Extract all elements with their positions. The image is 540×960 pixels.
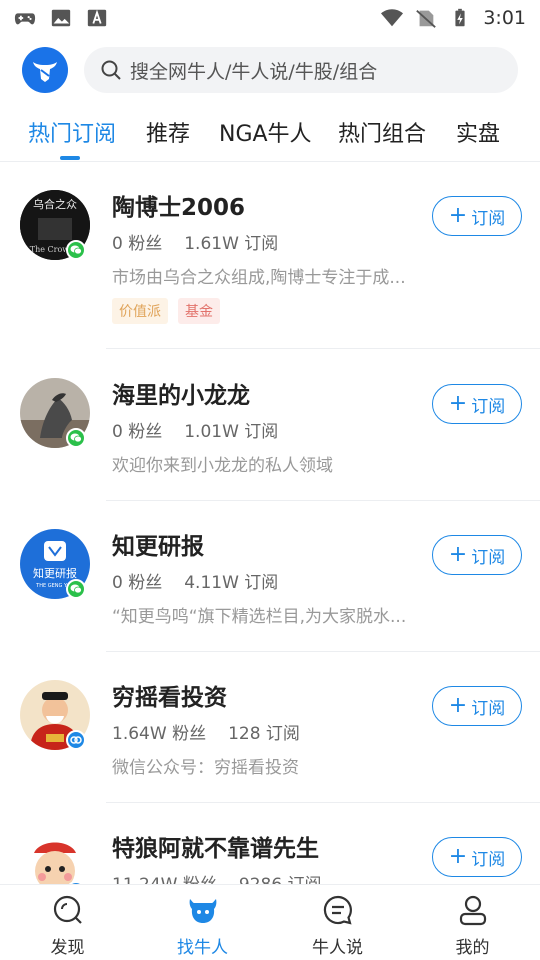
battery-charging-icon xyxy=(455,8,465,27)
list-item[interactable]: 穷摇看投资 1.64W 粉丝 128 订阅 微信公众号：穷摇看投资 + 订阅 xyxy=(0,652,540,803)
expert-stats: 0 粉丝 1.61W 订阅 xyxy=(112,229,278,254)
cartoon-character-image xyxy=(20,831,90,884)
tab-nga-experts[interactable]: NGA牛人 xyxy=(219,116,312,148)
list-item[interactable]: 乌合之众 The Crowd 陶博士2006 0 粉丝 1.61W 订阅 市场由… xyxy=(0,162,540,349)
expert-name: 知更研报 xyxy=(112,534,204,560)
fans-count: 0 粉丝 xyxy=(112,234,163,254)
tab-bar: 热门订阅 推荐 NGA牛人 热门组合 实盘 xyxy=(0,104,540,162)
search-bar[interactable]: 搜全网牛人/牛人说/牛股/组合 xyxy=(84,47,518,93)
wechat-badge-icon xyxy=(66,579,86,599)
subscribe-button[interactable]: + 订阅 xyxy=(432,837,522,877)
chat-icon xyxy=(323,895,352,925)
subscribe-button[interactable]: + 订阅 xyxy=(432,196,522,236)
subscribe-label: 订阅 xyxy=(471,849,506,870)
tag-fund[interactable]: 基金 xyxy=(178,298,220,324)
nav-find-experts[interactable]: 找牛人 xyxy=(135,885,270,960)
status-bar: 3:01 xyxy=(0,0,540,36)
nav-label: 发现 xyxy=(50,938,85,958)
no-sim-icon xyxy=(416,9,437,28)
fans-count: 1.64W 粉丝 xyxy=(112,724,207,744)
subscribe-button[interactable]: + 订阅 xyxy=(432,384,522,424)
expert-stats: 1.64W 粉丝 128 订阅 xyxy=(112,719,300,744)
plus-icon: + xyxy=(448,203,468,228)
link-badge-icon xyxy=(66,730,86,750)
svg-text:乌合之众: 乌合之众 xyxy=(33,197,77,211)
active-tab-indicator xyxy=(60,156,80,160)
gamepad-icon xyxy=(14,13,36,25)
plus-icon: + xyxy=(448,391,468,416)
subscribe-label: 订阅 xyxy=(471,208,506,229)
image-icon xyxy=(51,9,71,27)
search-placeholder: 搜全网牛人/牛人说/牛股/组合 xyxy=(130,60,378,83)
list-item[interactable]: 特狼阿就不靠谱先生 11.24W 粉丝 9286 订阅 + 订阅 xyxy=(0,803,540,884)
list-item[interactable]: 知更研报 THE GENG YAN 知更研报 0 粉丝 4.11W 订阅 “知更… xyxy=(0,501,540,652)
bottom-nav: 发现 找牛人 牛人说 我的 xyxy=(0,884,540,960)
tab-live-trading[interactable]: 实盘 xyxy=(456,116,500,148)
bull-logo-icon xyxy=(33,62,57,82)
subscribe-label: 订阅 xyxy=(471,396,506,417)
expert-list: 乌合之众 The Crowd 陶博士2006 0 粉丝 1.61W 订阅 市场由… xyxy=(0,162,540,884)
nav-discover[interactable]: 发现 xyxy=(0,885,135,960)
expert-name: 陶博士2006 xyxy=(112,195,246,221)
subscriber-count: 9286 订阅 xyxy=(239,870,322,884)
expert-stats: 11.24W 粉丝 9286 订阅 xyxy=(112,870,322,884)
fans-count: 0 粉丝 xyxy=(112,573,163,593)
expert-name: 穷摇看投资 xyxy=(112,685,227,711)
tag-list: 价值派 基金 xyxy=(112,298,220,324)
subscriber-count: 1.61W 订阅 xyxy=(184,234,279,254)
expert-description: 欢迎你来到小龙龙的私人领域 xyxy=(112,456,333,476)
expert-stats: 0 粉丝 4.11W 订阅 xyxy=(112,568,278,593)
list-item[interactable]: 海里的小龙龙 0 粉丝 1.01W 订阅 欢迎你来到小龙龙的私人领域 + 订阅 xyxy=(0,350,540,501)
avatar[interactable] xyxy=(20,831,90,884)
nav-label: 牛人说 xyxy=(312,938,363,958)
subscriber-count: 128 订阅 xyxy=(228,724,300,744)
expert-name: 特狼阿就不靠谱先生 xyxy=(112,836,319,862)
nav-profile[interactable]: 我的 xyxy=(405,885,540,960)
tab-hot-portfolios[interactable]: 热门组合 xyxy=(338,116,426,148)
plus-icon: + xyxy=(448,542,468,567)
fans-count: 0 粉丝 xyxy=(112,422,163,442)
expert-stats: 0 粉丝 1.01W 订阅 xyxy=(112,417,278,442)
app-logo[interactable] xyxy=(22,47,68,93)
clock: 3:01 xyxy=(483,7,526,29)
expert-name: 海里的小龙龙 xyxy=(112,383,250,409)
nav-expert-talk[interactable]: 牛人说 xyxy=(270,885,405,960)
discover-icon xyxy=(53,895,82,924)
subscribe-label: 订阅 xyxy=(471,547,506,568)
nav-label: 找牛人 xyxy=(177,938,228,958)
svg-text:知更研报: 知更研报 xyxy=(33,566,77,580)
wifi-icon xyxy=(381,9,404,27)
subscriber-count: 1.01W 订阅 xyxy=(184,422,279,442)
subscribe-button[interactable]: + 订阅 xyxy=(432,535,522,575)
search-icon xyxy=(101,60,121,80)
bull-face-icon xyxy=(189,899,216,923)
plus-icon: + xyxy=(448,844,468,869)
profile-icon xyxy=(459,895,486,926)
header: 搜全网牛人/牛人说/牛股/组合 xyxy=(0,44,540,96)
tab-recommended[interactable]: 推荐 xyxy=(146,116,190,148)
expert-description: 市场由乌合之众组成,陶博士专注于成... xyxy=(112,268,406,288)
divider xyxy=(106,348,540,349)
expert-description: 微信公众号：穷摇看投资 xyxy=(112,758,299,778)
nav-label: 我的 xyxy=(455,938,490,958)
subscriber-count: 4.11W 订阅 xyxy=(184,573,279,593)
tab-hot-subscriptions[interactable]: 热门订阅 xyxy=(28,116,116,148)
font-a-icon xyxy=(87,9,107,27)
fans-count: 11.24W 粉丝 xyxy=(112,870,217,884)
subscribe-label: 订阅 xyxy=(471,698,506,719)
wechat-badge-icon xyxy=(66,428,86,448)
plus-icon: + xyxy=(448,693,468,718)
tag-value-investing[interactable]: 价值派 xyxy=(112,298,168,324)
expert-description: “知更鸟鸣“旗下精选栏目,为大家脱水... xyxy=(112,607,407,627)
wechat-badge-icon xyxy=(66,240,86,260)
subscribe-button[interactable]: + 订阅 xyxy=(432,686,522,726)
